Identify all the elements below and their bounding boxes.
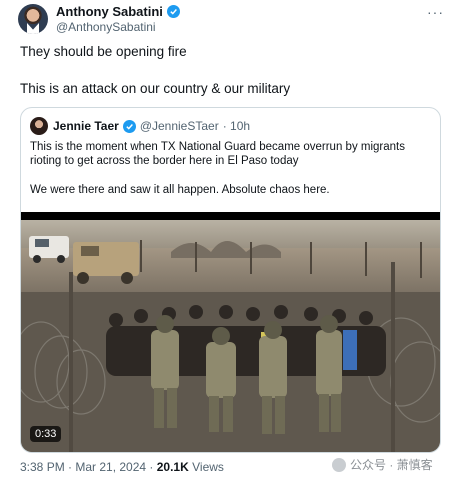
quoted-author-avatar[interactable] (30, 117, 48, 135)
quoted-author-row: Jennie Taer @JennieSTaer · 10h (53, 119, 250, 133)
author-name-row: Anthony Sabatini (56, 4, 180, 19)
quoted-author-handle[interactable]: @JennieSTaer (140, 119, 219, 133)
tweet-meta: 3:38 PM · Mar 21, 2024 · 20.1K Views (20, 460, 224, 474)
views-label: Views (192, 460, 224, 474)
wechat-icon (332, 457, 346, 472)
author-avatar[interactable] (18, 4, 48, 34)
tweet-text-line-2: This is an attack on our country & our m… (20, 81, 291, 96)
tweet-text-line-1: They should be opening fire (20, 44, 187, 59)
quoted-tweet[interactable]: Jennie Taer @JennieSTaer · 10h This is t… (20, 107, 441, 453)
video-player[interactable]: 0:33 (21, 212, 440, 452)
video-frame (21, 212, 440, 452)
tweet: Anthony Sabatini @AnthonySabatini ··· Th… (0, 0, 457, 482)
author-name[interactable]: Anthony Sabatini (56, 4, 163, 19)
author-handle[interactable]: @AnthonySabatini (56, 20, 156, 34)
quoted-tweet-age[interactable]: · 10h (223, 119, 250, 133)
watermark-text: 公众号 · 萧慎客 (350, 458, 433, 472)
video-duration-badge: 0:33 (30, 426, 62, 442)
quoted-author-name[interactable]: Jennie Taer (53, 119, 119, 133)
views-count: 20.1K (156, 460, 189, 474)
tweet-timestamp[interactable]: 3:38 PM · Mar 21, 2024 · (20, 460, 153, 474)
watermark: 公众号 · 萧慎客 (332, 456, 433, 473)
more-options-icon[interactable]: ··· (427, 4, 444, 20)
quoted-text-line-1: This is the moment when TX National Guar… (30, 141, 405, 153)
quoted-text-line-3: We were there and saw it all happen. Abs… (30, 184, 330, 196)
verified-badge-icon (122, 119, 136, 133)
quoted-text-line-2: rioting to get across the border here in… (30, 155, 299, 167)
verified-badge-icon (166, 5, 180, 18)
